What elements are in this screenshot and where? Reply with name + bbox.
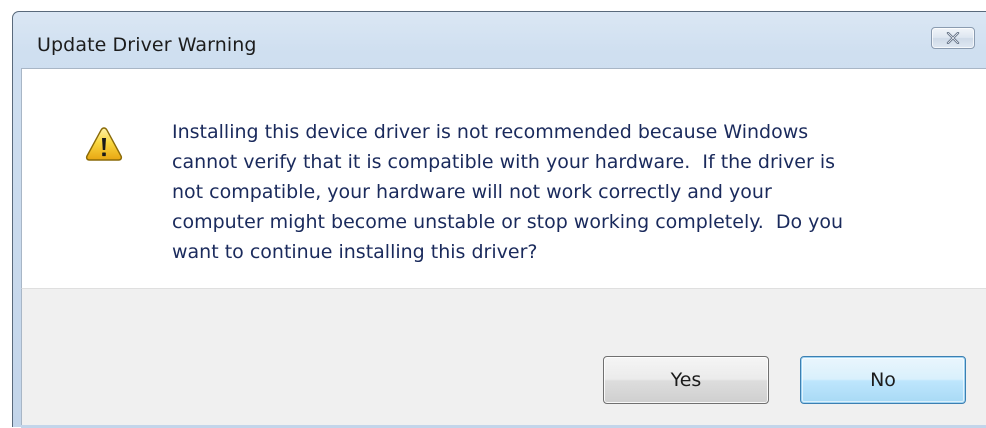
- update-driver-warning-dialog: Update Driver Warning Installing this de…: [12, 11, 986, 428]
- window-title: Update Driver Warning: [37, 34, 257, 56]
- warning-icon: [85, 127, 123, 161]
- title-bar[interactable]: Update Driver Warning: [13, 12, 986, 68]
- message-line: want to continue installing this driver?: [172, 241, 538, 263]
- button-bar: Yes No: [21, 288, 986, 428]
- no-button[interactable]: No: [800, 356, 966, 404]
- message-line: not compatible, your hardware will not w…: [172, 181, 772, 203]
- message-area: Installing this device driver is not rec…: [21, 68, 986, 288]
- message-line: computer might become unstable or stop w…: [172, 211, 844, 233]
- message-line: cannot verify that it is compatible with…: [172, 151, 836, 173]
- close-icon: [946, 32, 960, 44]
- warning-message: Installing this device driver is not rec…: [172, 117, 972, 267]
- yes-button[interactable]: Yes: [603, 356, 769, 404]
- message-line: Installing this device driver is not rec…: [172, 121, 809, 143]
- close-button[interactable]: [931, 27, 975, 49]
